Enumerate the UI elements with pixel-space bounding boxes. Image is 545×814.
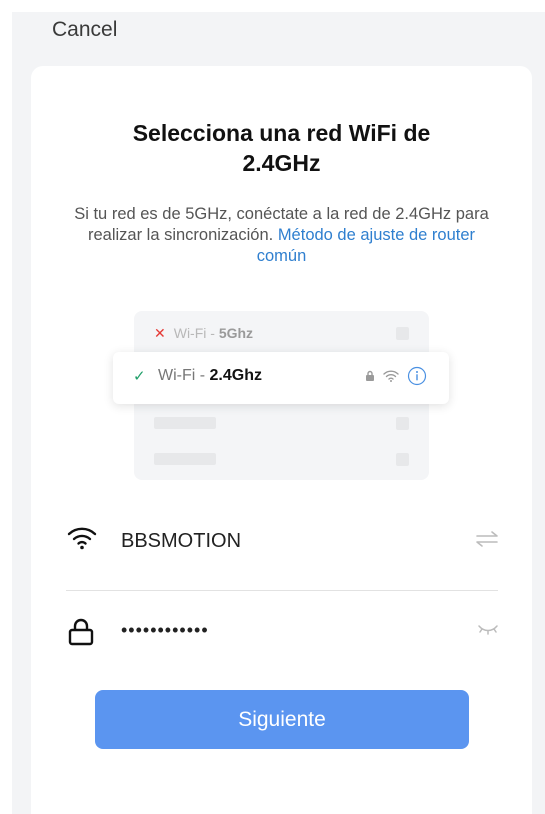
eye-closed-icon[interactable] <box>477 622 499 636</box>
lock-icon <box>68 618 94 646</box>
page-title: Selecciona una red WiFi de 2.4GHz <box>132 120 431 176</box>
cancel-button[interactable]: Cancel <box>52 18 117 42</box>
info-icon <box>407 366 427 386</box>
illus-row-5ghz: ✕ Wi-Fi - 5Ghz <box>154 325 253 342</box>
wifi-ssid-field[interactable]: BBSMOTION <box>67 520 499 560</box>
placeholder-square <box>396 417 409 430</box>
placeholder-square <box>396 327 409 340</box>
password-field[interactable]: •••••••••••• <box>67 612 499 652</box>
wifi-setup-card: Selecciona una red WiFi de 2.4GHz Si tu … <box>31 66 532 814</box>
check-icon: ✓ <box>133 368 146 385</box>
router-guide-link[interactable]: Método de ajuste de router común <box>257 226 475 265</box>
close-icon: ✕ <box>154 325 166 341</box>
description: Si tu red es de 5GHz, conéctate a la red… <box>71 204 492 267</box>
next-button[interactable]: Siguiente <box>95 690 469 749</box>
illus-5g-prefix: Wi-Fi - <box>173 325 219 341</box>
wifi-icon <box>383 370 399 382</box>
swap-icon[interactable] <box>475 530 499 548</box>
divider <box>66 590 498 591</box>
illus-row-24ghz: ✓ Wi-Fi - 2.4Ghz <box>113 352 449 404</box>
illus-24g-prefix: Wi-Fi - <box>158 367 210 384</box>
placeholder-square <box>396 453 409 466</box>
illus-24g-label: Wi-Fi - 2.4Ghz <box>158 367 262 385</box>
placeholder-bar <box>154 453 216 465</box>
wifi-icon <box>67 527 97 550</box>
illus-5g-band: 5Ghz <box>218 325 254 341</box>
illus-24g-band: 2.4Ghz <box>209 367 262 384</box>
illus-status-icons <box>365 366 427 386</box>
lock-icon <box>366 370 374 381</box>
wifi-ssid-value: BBSMOTION <box>121 530 242 552</box>
password-value: •••••••••••• <box>121 620 209 640</box>
placeholder-bar <box>154 417 216 429</box>
